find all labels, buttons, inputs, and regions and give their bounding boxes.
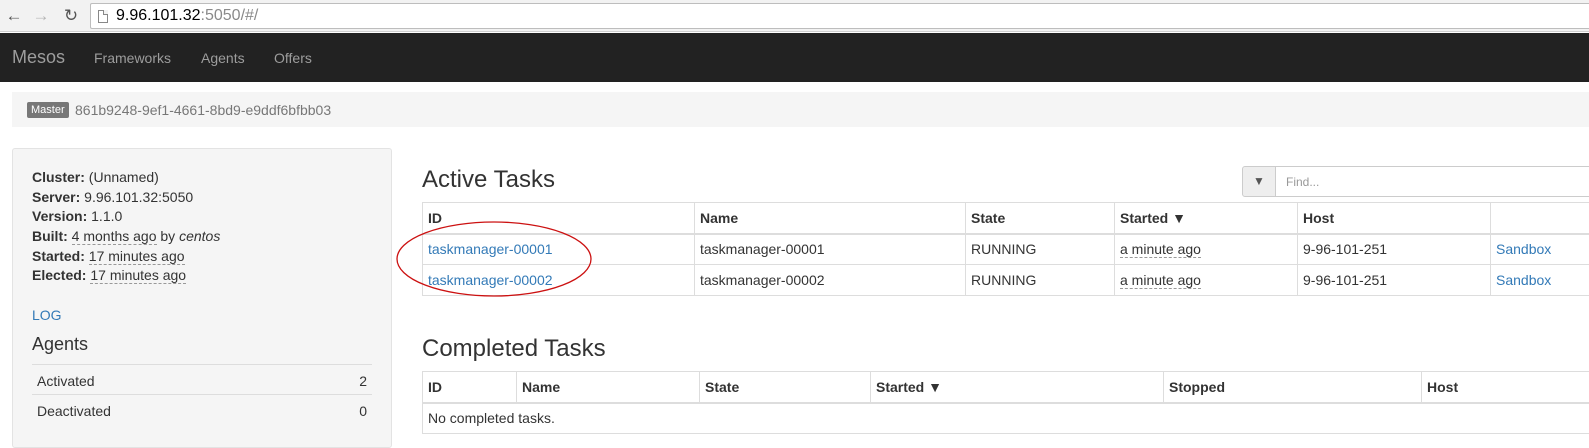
active-tasks-title: Active Tasks xyxy=(422,166,555,194)
version-value: 1.1.0 xyxy=(91,208,122,224)
top-navbar: Mesos Frameworks Agents Offers xyxy=(0,33,1589,82)
table-row: No completed tasks. xyxy=(423,403,1589,434)
server-label: Server: xyxy=(32,189,80,205)
started-row: Started: 17 minutes ago xyxy=(32,247,185,266)
sandbox-link[interactable]: Sandbox xyxy=(1496,272,1551,288)
table-row: taskmanager-00001 taskmanager-00001 RUNN… xyxy=(423,234,1589,265)
reload-icon[interactable]: ↻ xyxy=(60,5,82,27)
table-header-row: ID Name State Started ▼ Host xyxy=(423,203,1589,234)
elected-row: Elected: 17 minutes ago xyxy=(32,266,186,285)
col-stopped[interactable]: Stopped xyxy=(1164,372,1422,403)
brand-link[interactable]: Mesos xyxy=(12,47,65,68)
version-label: Version: xyxy=(32,208,87,224)
url-text: 9.96.101.32:5050/#/ xyxy=(116,7,258,25)
elected-label: Elected: xyxy=(32,267,86,283)
task-started: a minute ago xyxy=(1120,272,1201,289)
task-name: taskmanager-00002 xyxy=(695,265,966,296)
nav-offers[interactable]: Offers xyxy=(274,50,312,66)
back-arrow-icon[interactable]: ← xyxy=(3,5,25,27)
completed-tasks-table: ID Name State Started ▼ Stopped Host No … xyxy=(422,371,1589,434)
empty-message: No completed tasks. xyxy=(423,403,1589,434)
built-by: by xyxy=(160,228,175,244)
cluster-row: Cluster: (Unnamed) xyxy=(32,168,159,187)
task-host: 9-96-101-251 xyxy=(1298,265,1491,296)
browser-toolbar: ← → ↻ 9.96.101.32:5050/#/ xyxy=(0,0,1589,32)
sandbox-link[interactable]: Sandbox xyxy=(1496,241,1551,257)
agents-deactivated-row: Deactivated 0 xyxy=(32,394,372,425)
url-path: :5050/#/ xyxy=(201,7,259,24)
agents-deactivated-label: Deactivated xyxy=(37,403,111,419)
col-name[interactable]: Name xyxy=(517,372,700,403)
active-tasks-table: ID Name State Started ▼ Host taskmanager… xyxy=(422,202,1589,296)
built-row: Built: 4 months ago by centos xyxy=(32,227,220,246)
cluster-label: Cluster: xyxy=(32,169,85,185)
master-id: 861b9248-9ef1-4661-8bd9-e9ddf6bfbb03 xyxy=(75,102,331,118)
task-host: 9-96-101-251 xyxy=(1298,234,1491,265)
task-started: a minute ago xyxy=(1120,241,1201,258)
built-value: 4 months ago xyxy=(72,228,157,245)
url-host: 9.96.101.32 xyxy=(116,7,201,24)
elected-value: 17 minutes ago xyxy=(90,267,186,284)
annotation-ellipse xyxy=(395,219,597,299)
table-header-row: ID Name State Started ▼ Stopped Host xyxy=(423,372,1589,403)
agents-activated-count: 2 xyxy=(359,373,367,389)
task-name: taskmanager-00001 xyxy=(695,234,966,265)
agents-activated-row: Activated 2 xyxy=(32,364,372,395)
built-user: centos xyxy=(179,228,220,244)
col-started[interactable]: Started ▼ xyxy=(1115,203,1298,234)
col-name[interactable]: Name xyxy=(695,203,966,234)
col-state[interactable]: State xyxy=(966,203,1115,234)
master-badge: Master xyxy=(27,102,69,118)
task-filter: ▼ xyxy=(1242,166,1589,197)
server-value: 9.96.101.32:5050 xyxy=(84,189,193,205)
col-id[interactable]: ID xyxy=(423,372,517,403)
table-row: taskmanager-00002 taskmanager-00002 RUNN… xyxy=(423,265,1589,296)
task-state: RUNNING xyxy=(966,234,1115,265)
server-row: Server: 9.96.101.32:5050 xyxy=(32,188,193,207)
started-value: 17 minutes ago xyxy=(89,248,185,265)
agents-heading: Agents xyxy=(32,334,88,355)
log-link[interactable]: LOG xyxy=(32,307,62,323)
nav-agents[interactable]: Agents xyxy=(201,50,245,66)
page-icon xyxy=(98,10,108,23)
col-host[interactable]: Host xyxy=(1422,372,1589,403)
cluster-sidebar: Cluster: (Unnamed) Server: 9.96.101.32:5… xyxy=(12,148,392,448)
col-actions xyxy=(1491,203,1589,234)
col-started[interactable]: Started ▼ xyxy=(871,372,1164,403)
version-row: Version: 1.1.0 xyxy=(32,207,122,226)
address-bar[interactable]: 9.96.101.32:5050/#/ xyxy=(90,3,1589,29)
built-label: Built: xyxy=(32,228,68,244)
completed-tasks-title: Completed Tasks xyxy=(422,335,606,363)
forward-arrow-icon[interactable]: → xyxy=(30,5,52,27)
nav-frameworks[interactable]: Frameworks xyxy=(94,50,171,66)
filter-icon[interactable]: ▼ xyxy=(1242,166,1276,197)
started-label: Started: xyxy=(32,248,85,264)
col-host[interactable]: Host xyxy=(1298,203,1491,234)
agents-deactivated-count: 0 xyxy=(359,403,367,419)
agents-activated-label: Activated xyxy=(37,373,95,389)
col-state[interactable]: State xyxy=(700,372,871,403)
find-input[interactable] xyxy=(1275,166,1589,197)
cluster-value: (Unnamed) xyxy=(89,169,159,185)
task-state: RUNNING xyxy=(966,265,1115,296)
breadcrumb: Master 861b9248-9ef1-4661-8bd9-e9ddf6bfb… xyxy=(12,92,1589,127)
